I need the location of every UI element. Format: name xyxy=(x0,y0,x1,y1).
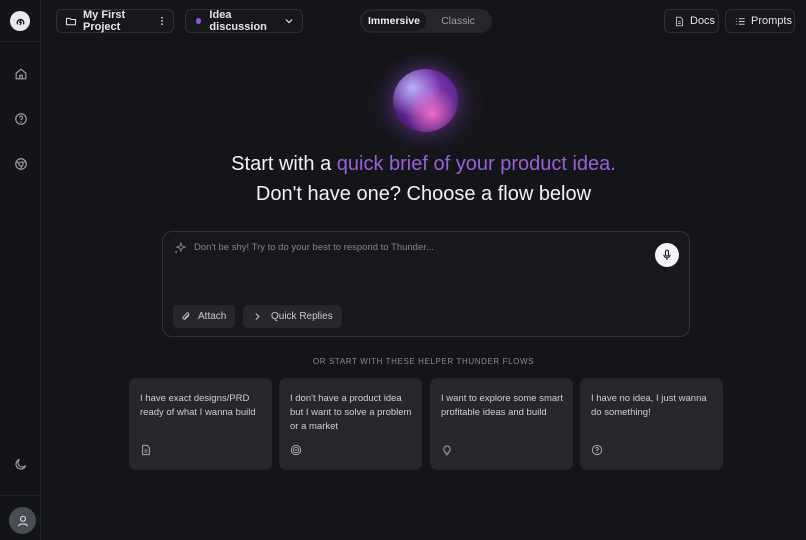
user-icon xyxy=(17,515,28,527)
flow-card-no-idea[interactable]: I have no idea, I just wanna do somethin… xyxy=(580,378,723,470)
quick-replies-label: Quick Replies xyxy=(271,311,333,322)
flow-card-designs[interactable]: I have exact designs/PRD ready of what I… xyxy=(129,378,272,470)
quick-replies-button[interactable]: Quick Replies xyxy=(243,305,342,328)
docs-label: Docs xyxy=(690,15,716,27)
view-mode-toggle: Immersive Classic xyxy=(360,9,492,33)
home-icon[interactable] xyxy=(13,66,29,82)
attach-label: Attach xyxy=(198,311,227,322)
more-vertical-icon[interactable] xyxy=(157,16,167,26)
sparkle-icon xyxy=(174,242,186,254)
docs-button[interactable]: Docs xyxy=(664,9,719,33)
flow-card-text: I want to explore some smart profitable … xyxy=(441,393,563,418)
helper-flows-label: OR START WITH THESE HELPER THUNDER FLOWS xyxy=(312,357,535,366)
immersive-mode-option[interactable]: Immersive xyxy=(362,11,426,31)
prompts-label: Prompts xyxy=(751,15,792,27)
list-icon xyxy=(736,17,745,25)
sidebar-divider xyxy=(0,41,41,42)
chevron-right-icon xyxy=(255,313,260,320)
thunder-orb xyxy=(393,69,458,132)
flow-card-text: I don't have a product idea but I want t… xyxy=(290,393,412,432)
hero-headline-line2: Don't have one? Choose a flow below xyxy=(255,183,592,205)
paperclip-icon xyxy=(182,312,190,320)
microphone-icon xyxy=(663,249,671,260)
document-icon xyxy=(675,16,684,26)
document-icon xyxy=(142,444,150,456)
project-name: My First Project xyxy=(83,9,126,33)
session-name: Idea discussion xyxy=(209,9,267,33)
microphone-button[interactable] xyxy=(655,243,679,267)
hero-headline-line1: Start with a quick brief of your product… xyxy=(41,153,806,176)
message-composer: Don't be shy! Try to do your best to res… xyxy=(162,231,690,337)
help-icon[interactable] xyxy=(13,111,29,127)
prompts-button[interactable]: Prompts xyxy=(725,9,795,33)
session-status-dot xyxy=(196,18,202,24)
message-input[interactable]: Don't be shy! Try to do your best to res… xyxy=(194,242,434,253)
flow-card-solve-problem[interactable]: I don't have a product idea but I want t… xyxy=(279,378,422,470)
lightbulb-icon xyxy=(443,445,451,456)
sidebar xyxy=(0,0,41,540)
question-circle-icon xyxy=(591,444,603,456)
sidebar-divider xyxy=(0,495,41,496)
session-selector[interactable]: Idea discussion xyxy=(185,9,303,33)
target-icon xyxy=(290,444,302,456)
chevron-down-icon xyxy=(285,19,293,24)
chrome-icon[interactable] xyxy=(13,156,29,172)
thunder-logo-icon[interactable] xyxy=(10,11,30,31)
folder-icon xyxy=(65,17,77,26)
project-selector[interactable]: My First Project xyxy=(56,9,174,33)
moon-icon[interactable] xyxy=(13,456,29,472)
flow-card-text: I have exact designs/PRD ready of what I… xyxy=(140,393,256,418)
flow-card-text: I have no idea, I just wanna do somethin… xyxy=(591,393,707,418)
flow-card-explore-ideas[interactable]: I want to explore some smart profitable … xyxy=(430,378,573,470)
classic-mode-option[interactable]: Classic xyxy=(426,11,490,31)
hero-headline-accent: quick brief of your product idea. xyxy=(336,153,616,175)
attach-button[interactable]: Attach xyxy=(173,305,236,328)
user-avatar[interactable] xyxy=(9,507,36,534)
hero-headline-prefix: Start with a xyxy=(231,153,337,175)
